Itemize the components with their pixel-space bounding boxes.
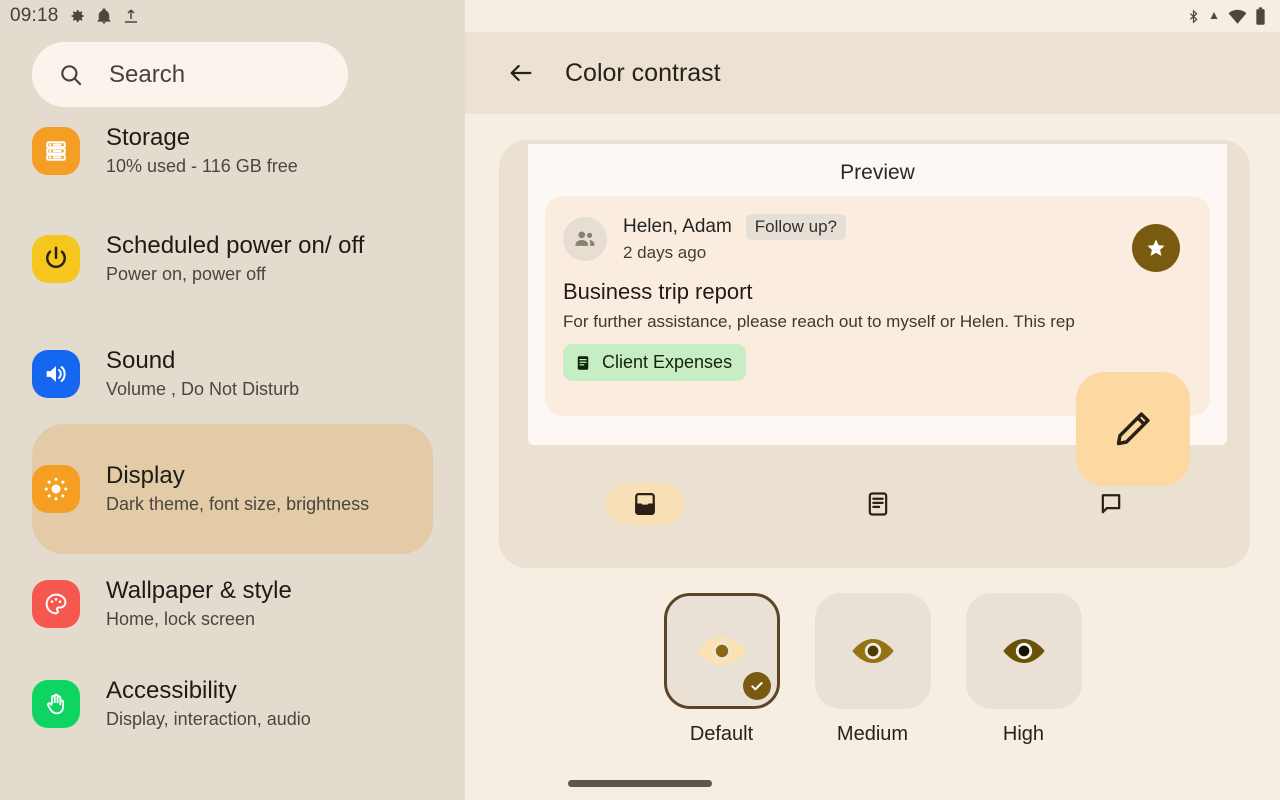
- message-snippet: For further assistance, please reach out…: [563, 312, 1075, 331]
- article-icon: [868, 492, 887, 516]
- contrast-tile-medium[interactable]: [814, 593, 931, 709]
- sidebar-item-storage[interactable]: Storage 10% used - 116 GB free: [0, 108, 465, 194]
- wifi-arrow-icon: [1210, 12, 1218, 19]
- battery-icon: [1256, 6, 1265, 25]
- settings-sidebar: 09:18 Search Storage 10% used - 116 GB f…: [0, 0, 465, 800]
- eye-icon: [851, 638, 894, 664]
- sidebar-item-subtitle: Dark theme, font size, brightness: [106, 494, 370, 515]
- sidebar-item-sound[interactable]: Sound Volume , Do Not Disturb: [0, 324, 465, 424]
- contrast-tile-high[interactable]: [965, 593, 1082, 709]
- contrast-option-high[interactable]: High: [965, 593, 1082, 746]
- contrast-label-high: High: [1002, 723, 1045, 745]
- avatar: [563, 216, 607, 261]
- message-header: Helen, Adam Follow up? 2 days ago: [545, 196, 1210, 263]
- preview-card: Preview Helen, Adam Follow up? 2 days ag…: [528, 144, 1227, 486]
- contrast-options-group: Default Medium High: [465, 593, 1280, 746]
- bell-icon: [96, 8, 111, 24]
- preview-bottom-nav: [528, 445, 1227, 563]
- contrast-label-default: Default: [689, 723, 754, 745]
- sidebar-item-display[interactable]: Display Dark theme, font size, brightnes…: [32, 424, 433, 554]
- storage-icon: [32, 127, 80, 175]
- wifi-icon: [1228, 9, 1247, 24]
- nav-pill-chat: [1072, 483, 1150, 525]
- message-subject: Business trip report: [563, 279, 753, 304]
- sidebar-item-subtitle: Power on, power off: [106, 264, 266, 285]
- speaker-icon: [32, 350, 80, 398]
- sidebar-item-scheduled-power[interactable]: Scheduled power on/ off Power on, power …: [0, 194, 465, 324]
- nav-button-inbox[interactable]: [528, 445, 761, 563]
- sidebar-item-title: Scheduled power on/ off: [106, 231, 365, 259]
- search-placeholder: Search: [109, 60, 186, 88]
- star-button[interactable]: [1132, 224, 1180, 272]
- brightness-icon: [32, 465, 80, 513]
- label-document-icon: [577, 355, 589, 370]
- gear-icon: [71, 10, 84, 23]
- sidebar-list: Storage 10% used - 116 GB free Scheduled…: [0, 108, 465, 800]
- chat-bubble-icon: [1101, 494, 1120, 514]
- sidebar-item-subtitle: Display, interaction, audio: [106, 709, 311, 730]
- preview-label: Preview: [840, 161, 915, 184]
- status-bar-left: 09:18: [0, 0, 465, 32]
- eye-icon: [1002, 638, 1045, 664]
- sidebar-item-subtitle: Volume , Do Not Disturb: [106, 379, 300, 400]
- color-contrast-page: Color contrast Preview Helen, Adam Follo…: [465, 0, 1280, 800]
- follow-up-chip: Follow up?: [745, 214, 847, 240]
- nav-button-articles[interactable]: [761, 445, 994, 563]
- contrast-label-medium: Medium: [836, 723, 909, 745]
- page-title: Color contrast: [565, 58, 721, 87]
- label-chip[interactable]: Client Expenses: [563, 344, 747, 381]
- back-arrow-icon: [510, 64, 532, 82]
- contrast-tile-default[interactable]: [663, 593, 780, 709]
- sidebar-item-title: Wallpaper & style: [106, 576, 292, 604]
- people-icon: [575, 231, 595, 246]
- selected-check-badge: [742, 672, 771, 700]
- inbox-icon: [634, 492, 655, 516]
- back-button[interactable]: [501, 53, 541, 93]
- sidebar-item-title: Accessibility: [106, 676, 237, 704]
- search-icon: [61, 64, 82, 86]
- preview-panel: Preview Helen, Adam Follow up? 2 days ag…: [499, 140, 1250, 568]
- check-icon: [750, 682, 763, 691]
- message-sender: Helen, Adam: [623, 216, 732, 237]
- bluetooth-icon: [1189, 9, 1198, 23]
- eye-icon: [697, 637, 746, 665]
- sidebar-item-title: Sound: [106, 346, 176, 374]
- power-icon: [32, 235, 80, 283]
- sidebar-item-subtitle: 10% used - 116 GB free: [106, 156, 298, 177]
- contrast-option-default[interactable]: Default: [663, 593, 780, 746]
- contrast-option-medium[interactable]: Medium: [814, 593, 931, 746]
- star-icon: [1147, 239, 1165, 256]
- status-clock: 09:18: [10, 5, 59, 26]
- search-input[interactable]: Search: [32, 42, 348, 107]
- nav-button-chat[interactable]: [994, 445, 1227, 563]
- sidebar-item-subtitle: Home, lock screen: [106, 609, 256, 630]
- sidebar-item-accessibility[interactable]: Accessibility Display, interaction, audi…: [0, 654, 465, 754]
- label-chip-text: Client Expenses: [602, 352, 733, 372]
- home-indicator[interactable]: [568, 780, 712, 787]
- nav-pill-articles: [839, 483, 917, 525]
- message-time: 2 days ago: [623, 243, 707, 262]
- hand-icon: [32, 680, 80, 728]
- upload-icon: [124, 9, 137, 23]
- message-card[interactable]: Helen, Adam Follow up? 2 days ago Busine…: [545, 196, 1210, 486]
- sidebar-item-title: Storage: [106, 123, 191, 151]
- sidebar-item-title: Display: [106, 461, 185, 489]
- status-bar-right: [465, 0, 1280, 32]
- palette-icon: [32, 580, 80, 628]
- nav-pill-inbox: [605, 483, 684, 525]
- page-topbar: Color contrast: [465, 32, 1280, 114]
- sidebar-item-wallpaper-style[interactable]: Wallpaper & style Home, lock screen: [0, 554, 465, 654]
